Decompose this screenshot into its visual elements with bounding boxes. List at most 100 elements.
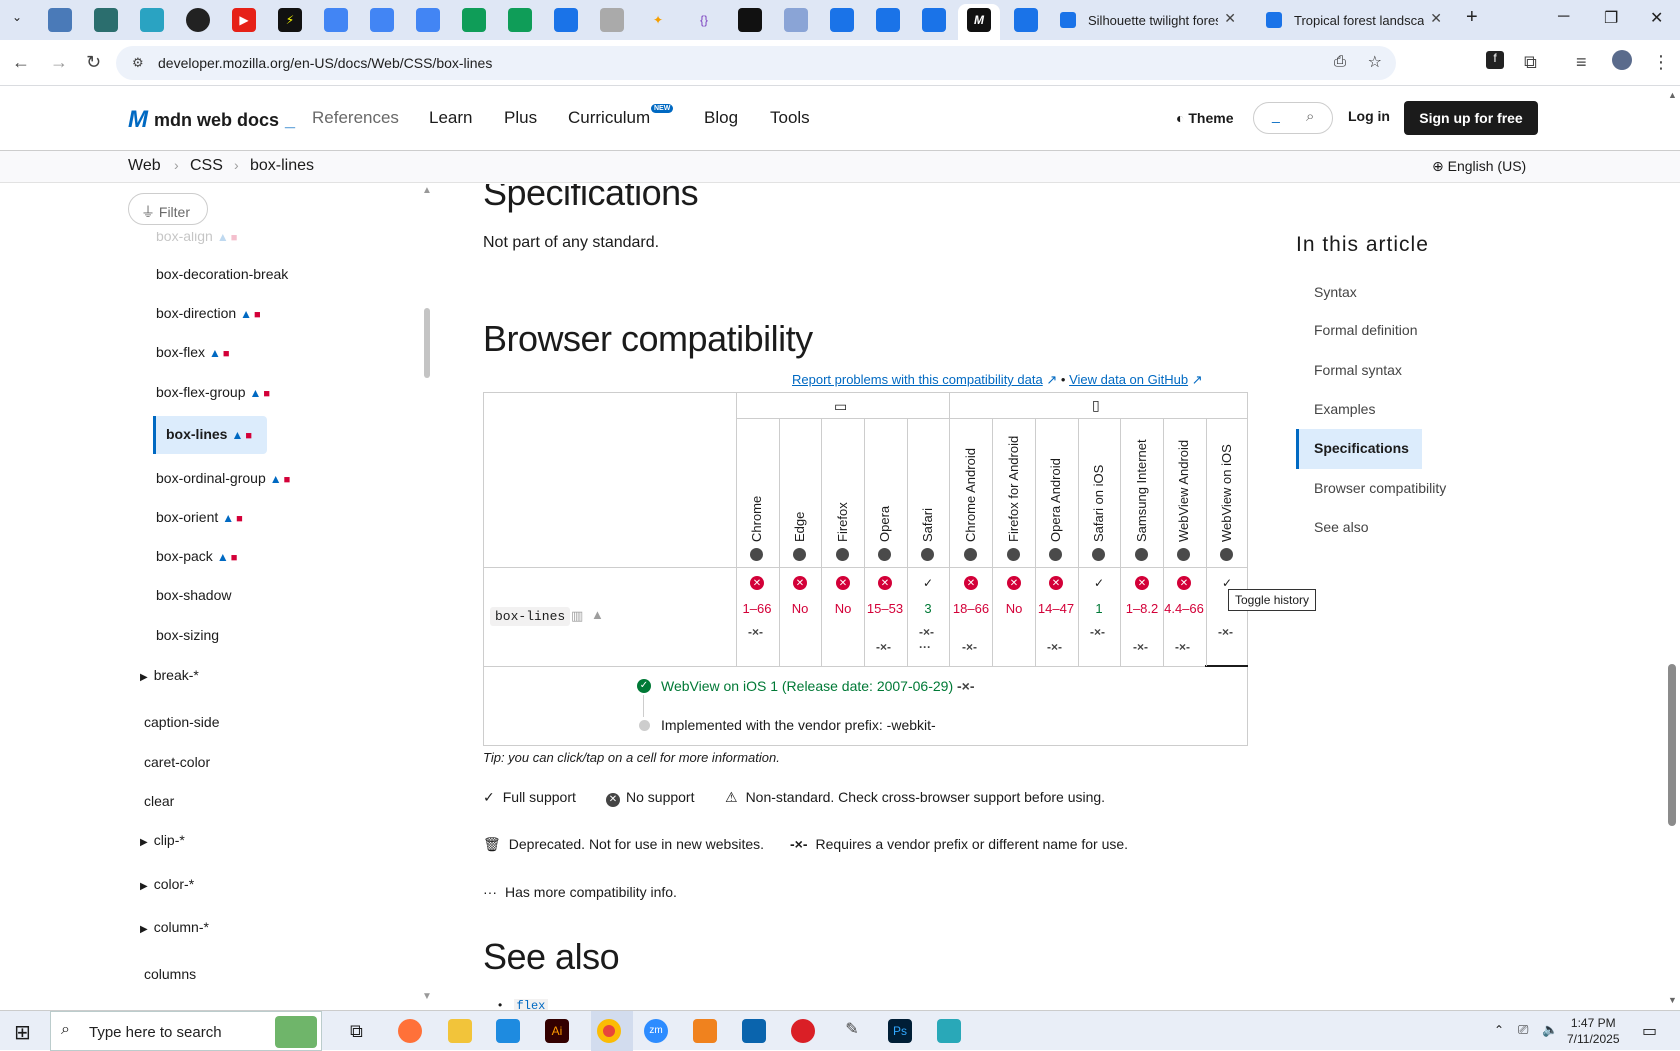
sidebar-item-clear[interactable]: clear — [144, 793, 174, 809]
theme-button[interactable]: ◐ Theme — [1176, 110, 1233, 126]
support-cell[interactable]: No — [993, 601, 1035, 616]
sidebar-item-box-sizing[interactable]: box-sizing — [156, 627, 219, 643]
sidebar-item-box-direction[interactable]: box-direction ▲ ■ — [156, 305, 261, 321]
bookmark-star-icon[interactable]: ☆ — [1368, 52, 1382, 72]
chrome-icon[interactable] — [597, 1019, 621, 1043]
extension-icon[interactable]: f — [1486, 51, 1504, 69]
support-cell[interactable]: 1 — [1078, 601, 1120, 616]
nav-learn[interactable]: Learn — [429, 108, 472, 128]
network-icon[interactable]: ⎚ — [1518, 1022, 1528, 1038]
login-link[interactable]: Log in — [1348, 108, 1390, 124]
toc-specifications[interactable]: Specifications — [1314, 440, 1409, 456]
support-cell[interactable]: 1–8.2 — [1121, 601, 1163, 616]
filter-input[interactable]: ⏚ Filter — [128, 193, 208, 225]
pen-tool-icon[interactable]: ✎ — [840, 1019, 864, 1043]
docs-tab-icon[interactable] — [324, 8, 348, 32]
sidebar-item-box-ordinal-group[interactable]: box-ordinal-group ▲ ■ — [156, 470, 290, 486]
pinned-tab-icon[interactable] — [738, 8, 762, 32]
taskbar-search[interactable]: ⌕ Type here to search — [50, 1011, 322, 1051]
media-control-icon[interactable]: ≡ — [1576, 52, 1587, 73]
menu-kebab-icon[interactable]: ⋮ — [1652, 52, 1670, 73]
docs-tab-icon[interactable] — [416, 8, 440, 32]
site-info-icon[interactable]: ⚙ — [132, 55, 144, 71]
zoom-icon[interactable]: zm — [644, 1019, 668, 1043]
nav-tools[interactable]: Tools — [770, 108, 810, 128]
pinned-tab-icon[interactable] — [48, 8, 72, 32]
pinned-tab-icon[interactable]: ⚡ — [278, 8, 302, 32]
extensions-puzzle-icon[interactable]: ⧉ — [1524, 52, 1537, 73]
nav-plus[interactable]: Plus — [504, 108, 537, 128]
report-problems-link[interactable]: Report problems with this compatibility … — [792, 372, 1043, 387]
youtube-tab-icon[interactable]: ▶ — [232, 8, 256, 32]
tab-tropical[interactable]: Tropical forest landscape ✕ — [1254, 4, 1450, 36]
pinned-tab-icon[interactable] — [186, 8, 210, 32]
sidebar-item-box-pack[interactable]: box-pack ▲ ■ — [156, 548, 237, 564]
volume-icon[interactable]: 🔈 — [1542, 1022, 1558, 1038]
sidebar-item-caret-color[interactable]: caret-color — [144, 754, 210, 770]
support-cell[interactable]: 1–66 — [736, 601, 778, 616]
sidebar-item-column[interactable]: ▶ column-* — [140, 919, 209, 935]
see-also-link-flex[interactable]: flex — [513, 999, 549, 1010]
toc-examples[interactable]: Examples — [1314, 401, 1375, 417]
language-selector[interactable]: ⊕ English (US) — [1432, 158, 1526, 175]
toc-formal-syntax[interactable]: Formal syntax — [1314, 362, 1402, 378]
nav-curriculum[interactable]: Curriculum — [568, 108, 650, 128]
back-icon[interactable]: ← — [12, 52, 30, 73]
forward-icon[interactable]: → — [50, 52, 68, 73]
github-link[interactable]: View data on GitHub — [1069, 372, 1188, 387]
install-app-icon[interactable]: ⎙ — [1334, 53, 1346, 70]
toc-browser-compatibility[interactable]: Browser compatibility — [1314, 480, 1446, 496]
url-bar[interactable]: ⚙ developer.mozilla.org/en-US/docs/Web/C… — [116, 46, 1396, 80]
pinned-tab-icon[interactable]: {} — [692, 8, 716, 32]
breadcrumb-current[interactable]: box-lines — [250, 157, 314, 175]
support-cell[interactable]: 18–66 — [950, 601, 992, 616]
forms-tab-icon[interactable] — [830, 8, 854, 32]
photoshop-icon[interactable]: Ps — [888, 1019, 912, 1043]
pinned-tab-icon[interactable] — [600, 8, 624, 32]
search-icon[interactable]: ⌕ — [1306, 108, 1314, 125]
support-cell[interactable]: 3 — [907, 601, 949, 616]
reload-icon[interactable]: ↻ — [86, 52, 101, 73]
tray-chevron-icon[interactable]: ⌃ — [1494, 1023, 1504, 1037]
toc-see-also[interactable]: See also — [1314, 519, 1368, 535]
new-tab-button[interactable]: + — [1466, 6, 1478, 29]
sidebar-item-box-shadow[interactable]: box-shadow — [156, 587, 232, 603]
forms-tab-icon[interactable] — [876, 8, 900, 32]
notifications-icon[interactable]: ▭ — [1642, 1021, 1657, 1041]
windows-start-icon[interactable]: ⊞ — [14, 1020, 31, 1045]
tab-silhouette[interactable]: Silhouette twilight forest ✕ — [1048, 4, 1244, 36]
sidebar-item-color[interactable]: ▶ color-* — [140, 876, 194, 892]
sidebar-item-box-orient[interactable]: box-orient ▲ ■ — [156, 509, 243, 525]
close-tab-icon[interactable]: ✕ — [1224, 10, 1236, 27]
minimize-button[interactable]: ─ — [1558, 8, 1569, 26]
sidebar-item-box-decoration-break[interactable]: box-decoration-break — [156, 266, 288, 282]
close-window-button[interactable]: ✕ — [1650, 8, 1663, 28]
support-cell[interactable]: 4.4–66 — [1163, 601, 1205, 616]
support-cell[interactable]: 15–53 — [864, 601, 906, 616]
page-scroll-down-icon[interactable]: ▼ — [1668, 995, 1677, 1005]
support-cell[interactable]: No — [779, 601, 821, 616]
nav-references[interactable]: References — [312, 108, 399, 128]
sidebar-scroll-up-icon[interactable]: ▲ — [422, 185, 430, 196]
sheets-tab-icon[interactable] — [508, 8, 532, 32]
pinned-tab-icon[interactable]: ✦ — [646, 8, 670, 32]
toc-formal-definition[interactable]: Formal definition — [1314, 322, 1418, 338]
forms-tab-icon[interactable] — [922, 8, 946, 32]
pinned-tab-icon[interactable] — [94, 8, 118, 32]
app-icon[interactable] — [693, 1019, 717, 1043]
profile-avatar[interactable] — [1612, 50, 1632, 70]
mdn-logo[interactable]: M mdn web docs _ — [128, 106, 295, 134]
sidebar-item-caption-side[interactable]: caption-side — [144, 714, 220, 730]
page-scrollbar[interactable] — [1668, 664, 1676, 826]
app-icon[interactable] — [937, 1019, 961, 1043]
support-cell[interactable]: 14–47 — [1035, 601, 1077, 616]
toc-syntax[interactable]: Syntax — [1314, 284, 1357, 300]
close-tab-icon[interactable]: ✕ — [1430, 10, 1442, 27]
creative-cloud-icon[interactable] — [791, 1019, 815, 1043]
firefox-icon[interactable] — [398, 1019, 422, 1043]
sidebar-item-clip[interactable]: ▶ clip-* — [140, 832, 185, 848]
vscode-icon[interactable] — [496, 1019, 520, 1043]
sidebar-item-break[interactable]: ▶ break-* — [140, 667, 199, 683]
restore-button[interactable]: ❐ — [1604, 8, 1618, 28]
sidebar-item-box-lines[interactable]: box-lines ▲ ■ — [166, 426, 252, 442]
